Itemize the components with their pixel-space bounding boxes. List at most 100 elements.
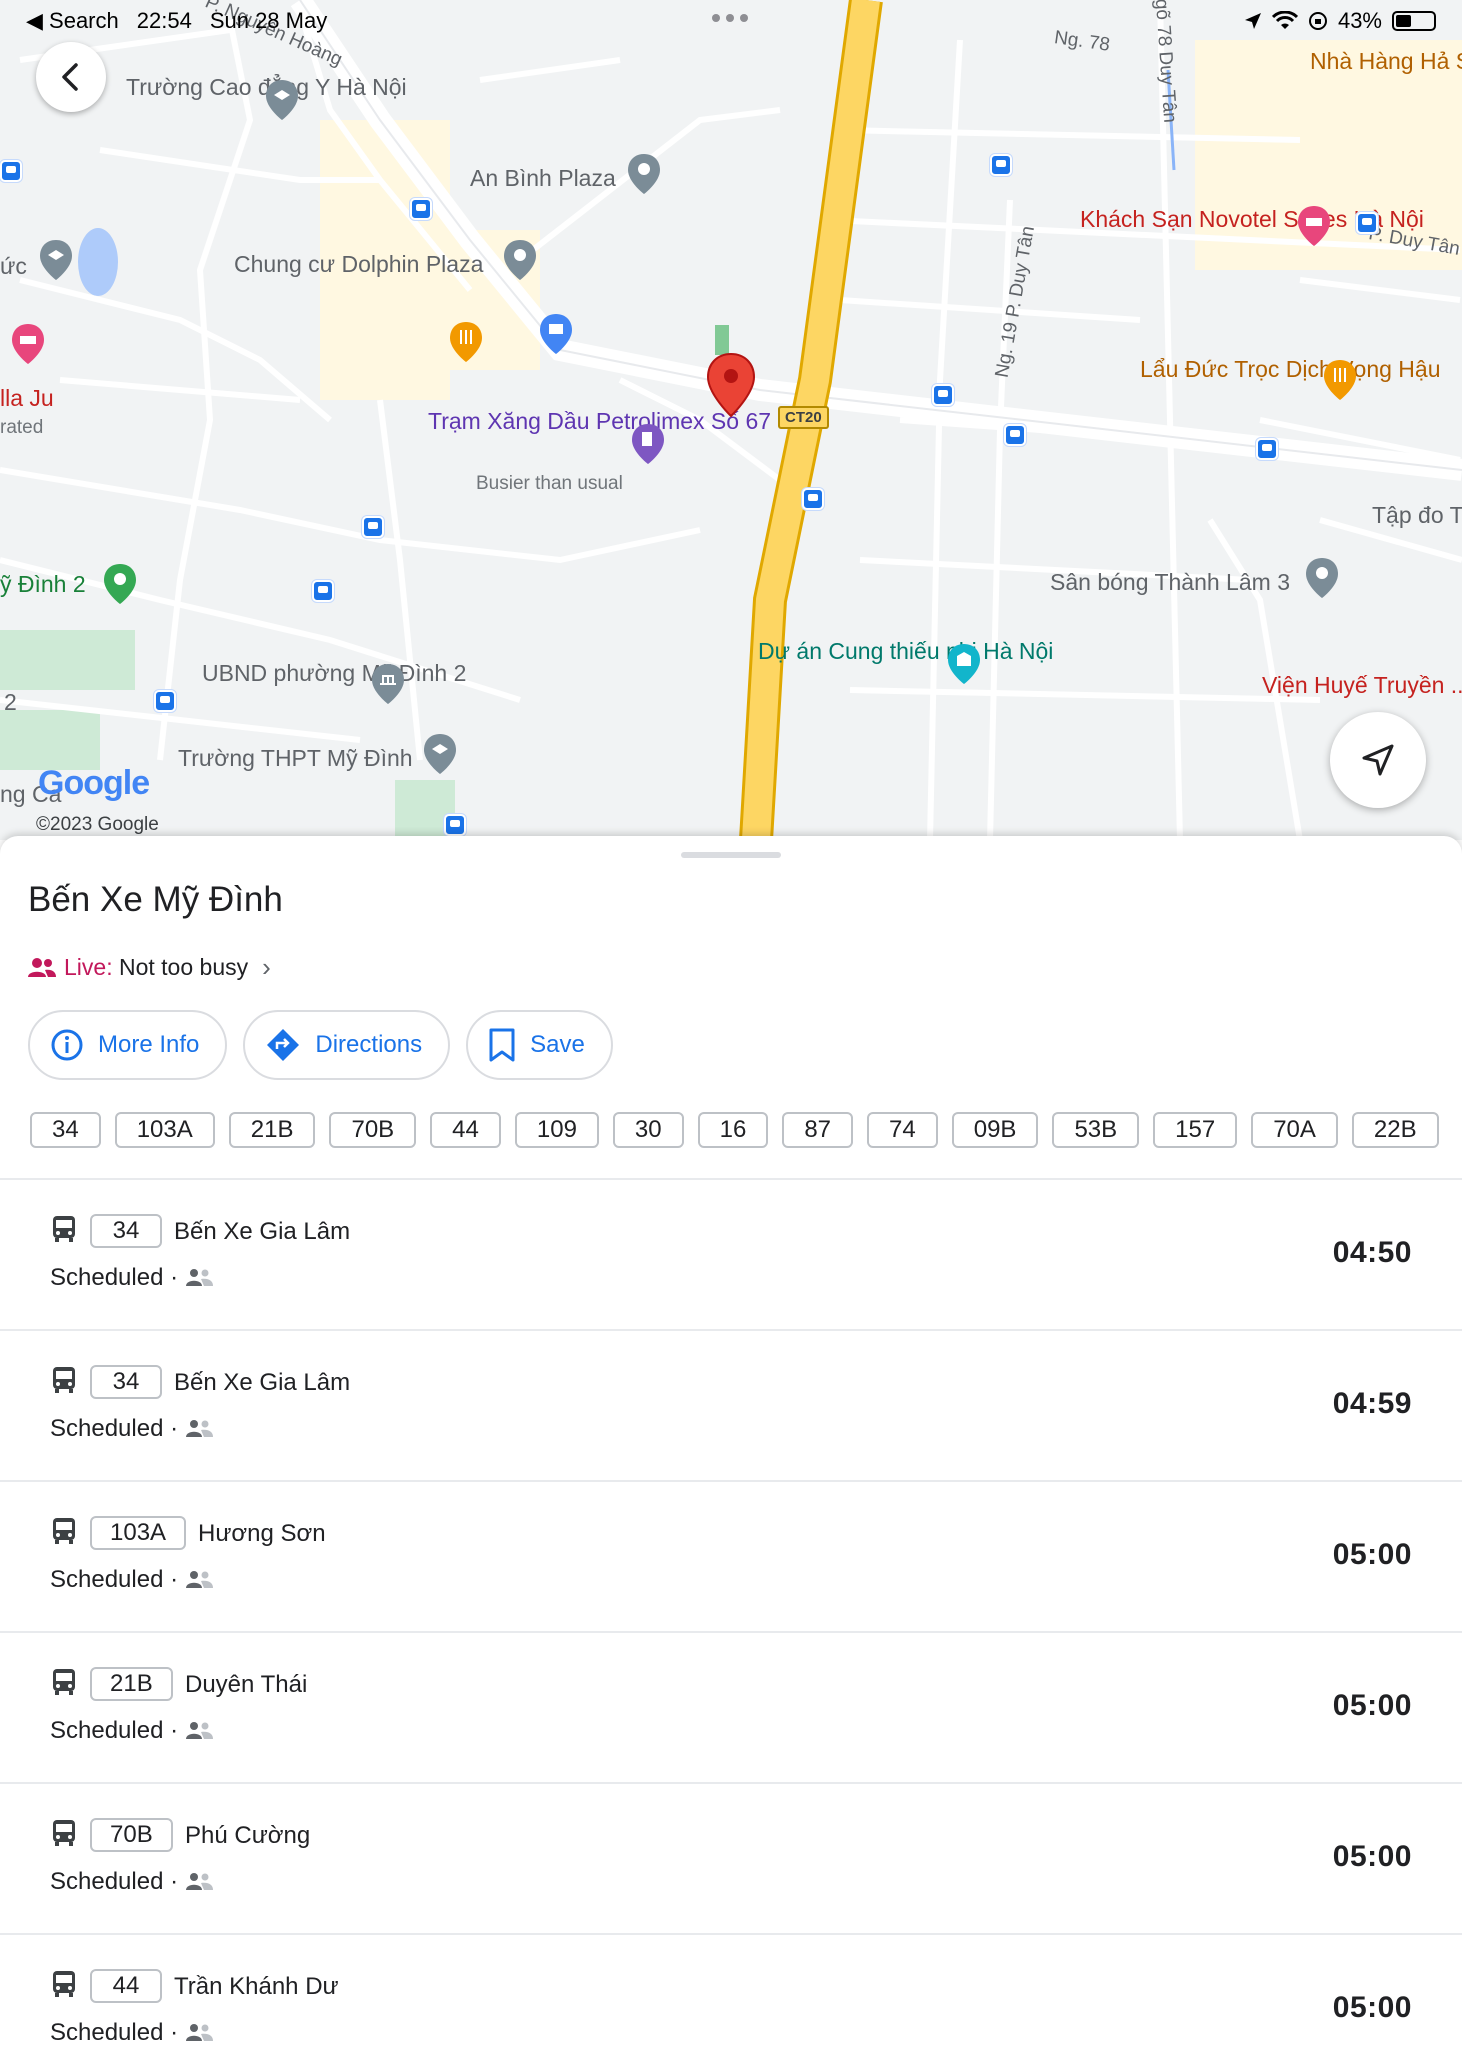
- bus-stop-icon[interactable]: [802, 488, 824, 510]
- route-badge: 70B: [90, 1818, 173, 1852]
- departure-time: 05:00: [1332, 1689, 1412, 1722]
- directions-button[interactable]: Directions: [243, 1010, 451, 1080]
- crowd-level-icon: [186, 1269, 214, 1286]
- departure-row[interactable]: 103A Hương Sơn Scheduled · 05:00: [0, 1482, 1462, 1633]
- route-chip[interactable]: 34: [30, 1112, 101, 1148]
- attraction-pin-icon[interactable]: [946, 642, 982, 686]
- route-chip[interactable]: 70A: [1251, 1112, 1338, 1148]
- route-chip[interactable]: 70B: [329, 1112, 417, 1148]
- route-badge: 44: [90, 1969, 162, 2003]
- map-label-uc[interactable]: ức: [0, 252, 27, 280]
- save-button[interactable]: Save: [466, 1010, 613, 1080]
- hotel-pin-icon[interactable]: [1296, 204, 1332, 248]
- route-badge: 103A: [90, 1516, 187, 1550]
- map-label-rated: rated: [0, 417, 44, 438]
- place-sheet[interactable]: Bến Xe Mỹ Đình Live: Not too busy › More…: [0, 836, 1462, 2048]
- map-label-nha-hang[interactable]: Nhà Hàng Hả Sản Biển Đôn: [1310, 46, 1462, 76]
- bus-stop-icon[interactable]: [444, 814, 466, 836]
- route-badge: 21B: [90, 1667, 173, 1701]
- departure-status-text: Scheduled ·: [50, 2019, 179, 2046]
- shop-pin-icon[interactable]: [538, 312, 574, 356]
- departure-row[interactable]: 70B Phú Cường Scheduled · 05:00: [0, 1784, 1462, 1935]
- route-chip[interactable]: 22B: [1351, 1112, 1439, 1148]
- departure-time: 05:00: [1332, 1840, 1412, 1873]
- orientation-lock-icon: [1308, 12, 1327, 30]
- departure-status: Scheduled ·: [50, 2019, 214, 2047]
- route-chip[interactable]: 21B: [228, 1112, 316, 1148]
- bus-stop-icon[interactable]: [0, 160, 22, 182]
- bus-stop-icon[interactable]: [990, 154, 1012, 176]
- route-chip[interactable]: 30: [612, 1112, 684, 1148]
- route-chip[interactable]: 103A: [114, 1112, 215, 1148]
- school-pin-icon[interactable]: [264, 78, 300, 122]
- route-chip[interactable]: 157: [1153, 1112, 1238, 1148]
- bus-stop-icon[interactable]: [1004, 424, 1026, 446]
- departure-row[interactable]: 21B Duyên Thái Scheduled · 05:00: [0, 1633, 1462, 1784]
- gas-station-pin-icon[interactable]: [630, 422, 666, 466]
- route-chip[interactable]: 16: [697, 1112, 769, 1148]
- bus-stop-icon[interactable]: [312, 580, 334, 602]
- more-info-button[interactable]: More Info: [28, 1010, 228, 1080]
- map-label-lau-duc[interactable]: Lẩu Đức Trọc Dịch Vọng Hậu: [1140, 354, 1440, 384]
- route-chip[interactable]: 74: [867, 1112, 938, 1148]
- route-chip[interactable]: 44: [430, 1112, 501, 1148]
- bus-icon: [53, 1820, 75, 1846]
- directions-icon: [267, 1029, 300, 1061]
- chevron-left-icon: [62, 63, 78, 91]
- map-label-vien[interactable]: Viện Huyế Truyền ... Trun: [1262, 670, 1462, 700]
- place-pin-icon[interactable]: [1304, 556, 1340, 600]
- bus-icon: [53, 1971, 75, 1997]
- route-chip[interactable]: 53B: [1052, 1112, 1140, 1148]
- departure-status-text: Scheduled ·: [50, 1264, 179, 1291]
- wifi-icon: [1271, 11, 1298, 29]
- map-label-san-bong[interactable]: Sân bóng Thành Lâm 3: [1050, 568, 1290, 596]
- park-pin-icon[interactable]: [102, 562, 138, 606]
- map-label-an-binh-plaza[interactable]: An Bình Plaza: [470, 164, 616, 192]
- restaurant-pin-icon[interactable]: [448, 320, 484, 364]
- place-pin-icon[interactable]: [502, 238, 538, 282]
- bus-stop-icon[interactable]: [1356, 212, 1378, 234]
- departure-row[interactable]: 34 Bến Xe Gia Lâm Scheduled · 04:59: [0, 1331, 1462, 1482]
- map-label-thpt[interactable]: Trường THPT Mỹ Đình: [178, 744, 413, 772]
- school-pin-icon[interactable]: [422, 732, 458, 776]
- crowd-level-icon: [186, 1571, 214, 1588]
- map-label-la-ju[interactable]: lla Ju: [0, 384, 54, 412]
- sheet-drag-handle[interactable]: [681, 852, 781, 858]
- route-chip[interactable]: 87: [782, 1112, 854, 1148]
- bus-stop-icon[interactable]: [1256, 438, 1278, 460]
- map-label-novotel[interactable]: Khách Sạn Novotel Suites Hà Nội: [1080, 204, 1424, 234]
- chevron-right-icon: ›: [262, 952, 271, 982]
- map-label-du-an[interactable]: Dự án Cung thiếu nhi Hà Nội: [758, 636, 1053, 666]
- bus-icon: [53, 1518, 75, 1544]
- school-pin-icon[interactable]: [38, 238, 74, 282]
- bus-stop-icon[interactable]: [410, 198, 432, 220]
- my-location-button[interactable]: [1330, 712, 1426, 808]
- bookmark-icon: [489, 1028, 515, 1062]
- bus-stop-icon[interactable]: [362, 516, 384, 538]
- multitask-dots-icon[interactable]: [712, 14, 748, 22]
- restaurant-pin-icon[interactable]: [1322, 358, 1358, 402]
- departure-row[interactable]: 44 Trần Khánh Dư Scheduled · 05:00: [0, 1935, 1462, 2048]
- route-badge: 34: [90, 1214, 162, 1248]
- map-view[interactable]: Trường Cao đẳng Y Hà Nội An Bình Plaza C…: [0, 0, 1462, 840]
- map-label-tap-do[interactable]: Tập đo Trụ: [1372, 500, 1462, 530]
- map-label-busier: Busier than usual: [476, 473, 623, 494]
- place-pin-icon[interactable]: [626, 152, 662, 196]
- route-chip[interactable]: 09B: [951, 1112, 1039, 1148]
- map-label-dolphin-plaza[interactable]: Chung cư Dolphin Plaza: [234, 250, 483, 278]
- route-chip[interactable]: 109: [514, 1112, 599, 1148]
- back-button[interactable]: [36, 42, 106, 112]
- map-label-truong-cao-dang[interactable]: Trường Cao đẳng Y Hà Nội: [126, 72, 407, 102]
- map-label-ubnd[interactable]: UBND phường Mỹ Đình 2: [202, 658, 466, 688]
- bus-icon: [53, 1669, 75, 1695]
- bus-stop-icon[interactable]: [154, 690, 176, 712]
- live-busyness-row[interactable]: Live: Not too busy ›: [28, 952, 271, 983]
- route-headsign: Phú Cường: [185, 1822, 311, 1849]
- map-label-tram-xang[interactable]: Trạm Xăng Dầu Petrolimex Số 67: [428, 406, 771, 436]
- hotel-pin-icon[interactable]: [10, 322, 46, 366]
- government-pin-icon[interactable]: [370, 662, 406, 706]
- back-to-search-link[interactable]: ◀ Search: [26, 8, 119, 34]
- bus-stop-icon[interactable]: [932, 384, 954, 406]
- map-label-my-dinh-2[interactable]: ỹ Đình 2: [0, 570, 86, 598]
- departure-row[interactable]: 34 Bến Xe Gia Lâm Scheduled · 04:50: [0, 1180, 1462, 1331]
